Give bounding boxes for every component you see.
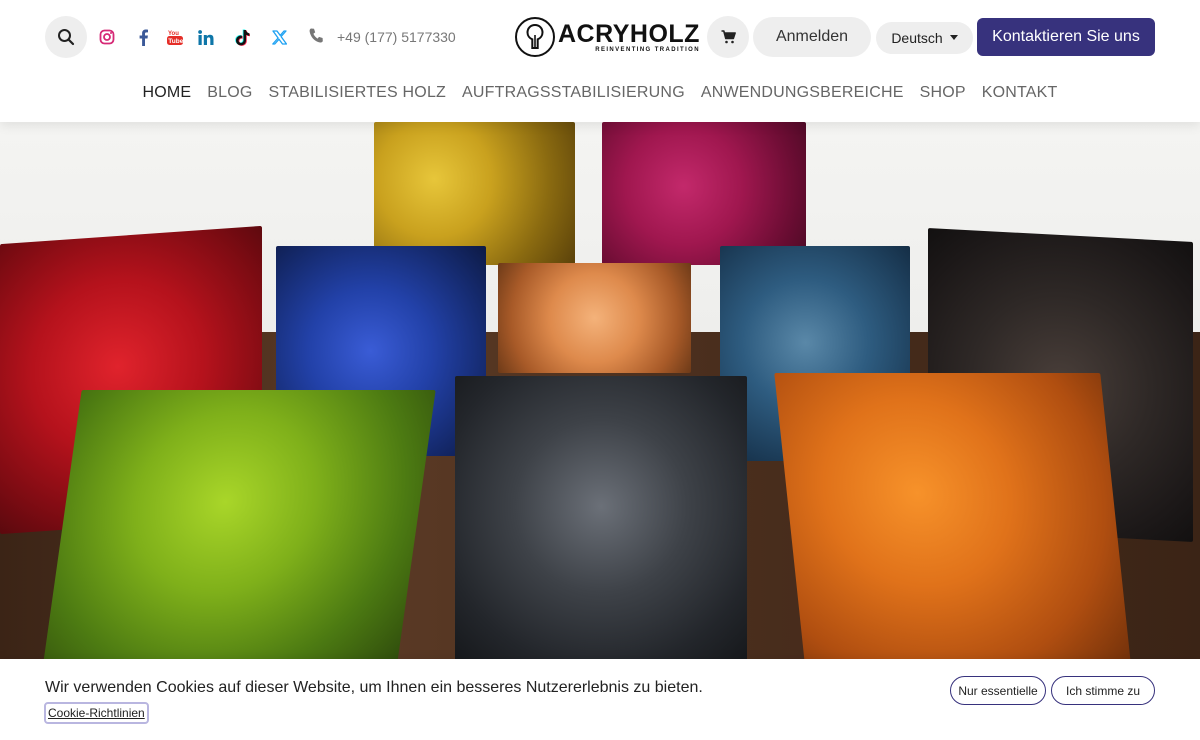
wood-block-green	[42, 390, 436, 659]
facebook-icon[interactable]	[132, 26, 154, 48]
header-top-row: You Tube +49 (177) 5177330 ACRYHOLZ REINV…	[0, 0, 1200, 76]
nav-item-stabilized-wood[interactable]: STABILISIERTES HOLZ	[269, 84, 446, 106]
tiktok-icon[interactable]	[231, 26, 253, 48]
login-button[interactable]: Anmelden	[753, 17, 871, 57]
logo-tagline: REINVENTING TRADITION	[595, 46, 700, 53]
contact-button[interactable]: Kontaktieren Sie uns	[977, 18, 1155, 56]
cart-icon	[721, 30, 736, 44]
phone-number[interactable]: +49 (177) 5177330	[337, 29, 456, 45]
search-button[interactable]	[45, 16, 87, 58]
nav-item-home[interactable]: HOME	[142, 84, 191, 106]
cart-button[interactable]	[707, 16, 749, 58]
hero-image	[0, 122, 1200, 659]
wood-block-black	[455, 376, 747, 659]
wood-block-orange-light	[498, 263, 691, 373]
main-navigation: HOME BLOG STABILISIERTES HOLZ AUFTRAGSST…	[0, 84, 1200, 106]
cookie-message: Wir verwenden Cookies auf dieser Website…	[45, 679, 703, 696]
nav-item-contact[interactable]: KONTAKT	[982, 84, 1058, 106]
tree-logo-icon	[515, 17, 555, 57]
language-selector[interactable]: Deutsch	[876, 22, 973, 54]
cookie-banner: Wir verwenden Cookies auf dieser Website…	[0, 659, 1200, 740]
nav-item-contract-stabilization[interactable]: AUFTRAGSSTABILISIERUNG	[462, 84, 685, 106]
language-label: Deutsch	[891, 30, 943, 46]
site-logo[interactable]: ACRYHOLZ REINVENTING TRADITION	[515, 16, 700, 58]
x-icon[interactable]	[268, 26, 290, 48]
nav-item-blog[interactable]: BLOG	[207, 84, 252, 106]
nav-item-applications[interactable]: ANWENDUNGSBEREICHE	[701, 84, 904, 106]
wood-block-yellow	[374, 122, 575, 265]
nav-item-shop[interactable]: SHOP	[920, 84, 966, 106]
caret-down-icon	[949, 34, 958, 40]
wood-block-orange	[774, 373, 1132, 659]
instagram-icon[interactable]	[96, 26, 118, 48]
site-header: You Tube +49 (177) 5177330 ACRYHOLZ REINV…	[0, 0, 1200, 122]
phone-icon	[308, 27, 326, 47]
linkedin-icon[interactable]	[195, 26, 217, 48]
cookie-policy-link[interactable]: Cookie-Richtlinien	[44, 702, 149, 724]
logo-wordmark: ACRYHOLZ	[558, 19, 700, 48]
wood-block-magenta	[602, 122, 806, 265]
search-icon	[58, 29, 75, 46]
accept-cookies-button[interactable]: Ich stimme zu	[1051, 676, 1155, 705]
essential-only-button[interactable]: Nur essentielle	[950, 676, 1046, 705]
svg-text:Tube: Tube	[168, 38, 183, 45]
youtube-icon[interactable]: You Tube	[164, 26, 186, 48]
